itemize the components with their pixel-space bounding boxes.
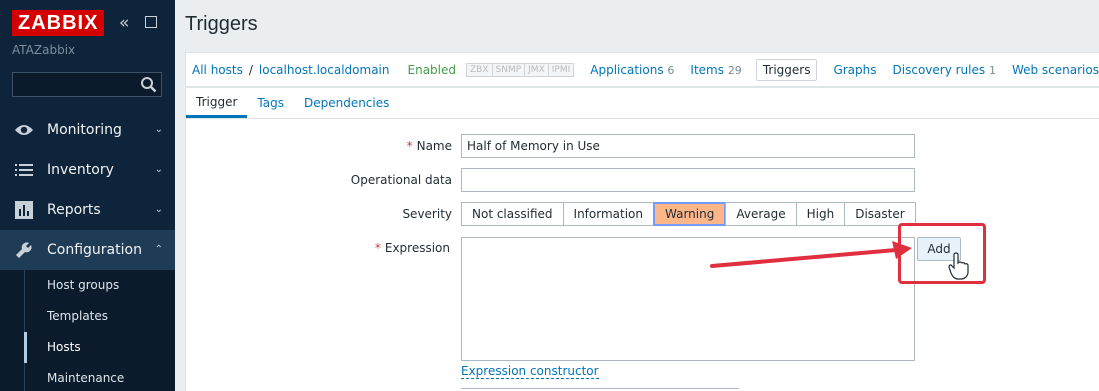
form-tabs: Trigger Tags Dependencies bbox=[186, 88, 1099, 119]
name-label: * Name bbox=[407, 139, 452, 153]
availability-ipmi: IPMI bbox=[548, 63, 574, 76]
opdata-label: Operational data bbox=[350, 173, 452, 187]
tab-trigger[interactable]: Trigger bbox=[186, 88, 248, 118]
tab-count: 1 bbox=[988, 63, 996, 77]
host-tab-graphs[interactable]: Graphs bbox=[833, 60, 876, 80]
required-mark: * bbox=[374, 241, 381, 255]
expression-label-text: Expression bbox=[384, 241, 450, 255]
host-status[interactable]: Enabled bbox=[408, 63, 457, 77]
chevron-up-icon: ⌃ bbox=[154, 244, 163, 255]
host-tab-web-scenarios[interactable]: Web scenarios bbox=[1012, 60, 1099, 80]
search-icon[interactable] bbox=[140, 76, 157, 93]
page-title: Triggers bbox=[185, 13, 258, 35]
menu-label: Monitoring bbox=[47, 122, 122, 138]
host-tab-triggers[interactable]: Triggers bbox=[755, 58, 818, 81]
main-content: Triggers All hosts / localhost.localdoma… bbox=[175, 0, 1099, 391]
hand-cursor-icon bbox=[948, 252, 969, 280]
menu-label: Inventory bbox=[47, 162, 114, 178]
severity-not-classified[interactable]: Not classified bbox=[461, 202, 564, 226]
bar-chart-icon bbox=[14, 200, 34, 220]
menu-label: Reports bbox=[47, 202, 101, 218]
tab-count: 6 bbox=[667, 63, 675, 77]
configuration-submenu: Host groups Templates Hosts Maintenance bbox=[0, 270, 175, 391]
submenu-maintenance[interactable]: Maintenance bbox=[0, 363, 175, 391]
red-arrow-icon bbox=[710, 241, 912, 268]
availability-snmp: SNMP bbox=[492, 63, 526, 76]
eye-icon bbox=[14, 120, 34, 140]
main-menu: Monitoring ⌄ Inventory ⌄ Reports ⌄ Confi… bbox=[0, 110, 175, 391]
availability-zbx: ZBX bbox=[467, 63, 493, 76]
menu-inventory[interactable]: Inventory ⌄ bbox=[0, 150, 175, 190]
breadcrumb-host[interactable]: localhost.localdomain bbox=[259, 63, 390, 77]
tab-tags[interactable]: Tags bbox=[247, 88, 294, 118]
host-tab-discovery-rules[interactable]: Discovery rules 1 bbox=[893, 60, 996, 80]
tab-label: Triggers bbox=[762, 62, 811, 77]
required-mark: * bbox=[406, 139, 413, 153]
submenu-hosts[interactable]: Hosts bbox=[0, 332, 175, 363]
menu-label: Configuration bbox=[47, 242, 142, 258]
sidebar: ZABBIX « ATAZabbix Monitoring ⌄ Inventor… bbox=[0, 0, 175, 391]
severity-segmented-control: Not classified Information Warning Avera… bbox=[461, 202, 916, 226]
severity-label: Severity bbox=[402, 207, 452, 221]
chevron-down-icon: ⌄ bbox=[154, 204, 163, 215]
host-tab-applications[interactable]: Applications 6 bbox=[590, 60, 674, 80]
search-input[interactable] bbox=[12, 72, 162, 97]
tab-label: Items bbox=[690, 62, 724, 77]
tab-label: Discovery rules bbox=[892, 62, 986, 77]
expression-label: * Expression bbox=[375, 241, 450, 255]
tab-dependencies[interactable]: Dependencies bbox=[294, 88, 399, 118]
zabbix-logo[interactable]: ZABBIX bbox=[12, 10, 105, 36]
wrench-icon bbox=[14, 240, 34, 260]
tab-count: 29 bbox=[727, 63, 742, 77]
menu-reports[interactable]: Reports ⌄ bbox=[0, 190, 175, 230]
breadcrumb-all-hosts[interactable]: All hosts bbox=[192, 63, 243, 77]
tab-label: Graphs bbox=[833, 62, 877, 77]
breadcrumb-separator: / bbox=[248, 62, 253, 77]
severity-warning[interactable]: Warning bbox=[653, 202, 727, 226]
fullscreen-icon[interactable] bbox=[145, 16, 157, 28]
severity-average[interactable]: Average bbox=[725, 202, 797, 226]
name-input[interactable]: Half of Memory in Use bbox=[461, 134, 915, 158]
name-label-text: Name bbox=[416, 139, 452, 153]
availability-jmx: JMX bbox=[525, 63, 549, 76]
double-chevron-left-icon[interactable]: « bbox=[119, 14, 129, 32]
tab-label: Applications bbox=[590, 62, 664, 77]
severity-information[interactable]: Information bbox=[562, 202, 654, 226]
menu-monitoring[interactable]: Monitoring ⌄ bbox=[0, 110, 175, 150]
submenu-templates[interactable]: Templates bbox=[0, 301, 175, 332]
expression-constructor-link[interactable]: Expression constructor bbox=[461, 364, 599, 379]
list-icon bbox=[14, 160, 34, 180]
submenu-host-groups[interactable]: Host groups bbox=[0, 270, 175, 301]
availability-badges: ZBX SNMP JMX IPMI bbox=[466, 62, 575, 77]
server-name: ATAZabbix bbox=[12, 43, 76, 57]
severity-high[interactable]: High bbox=[795, 202, 846, 226]
chevron-down-icon: ⌄ bbox=[154, 124, 163, 135]
tab-label: Web scenarios bbox=[1011, 62, 1099, 77]
menu-configuration[interactable]: Configuration ⌃ bbox=[0, 230, 175, 270]
chevron-down-icon: ⌄ bbox=[154, 164, 163, 175]
opdata-input[interactable] bbox=[461, 168, 915, 192]
host-navigation: All hosts / localhost.localdomain Enable… bbox=[185, 52, 1099, 87]
host-tab-items[interactable]: Items 29 bbox=[690, 60, 741, 80]
